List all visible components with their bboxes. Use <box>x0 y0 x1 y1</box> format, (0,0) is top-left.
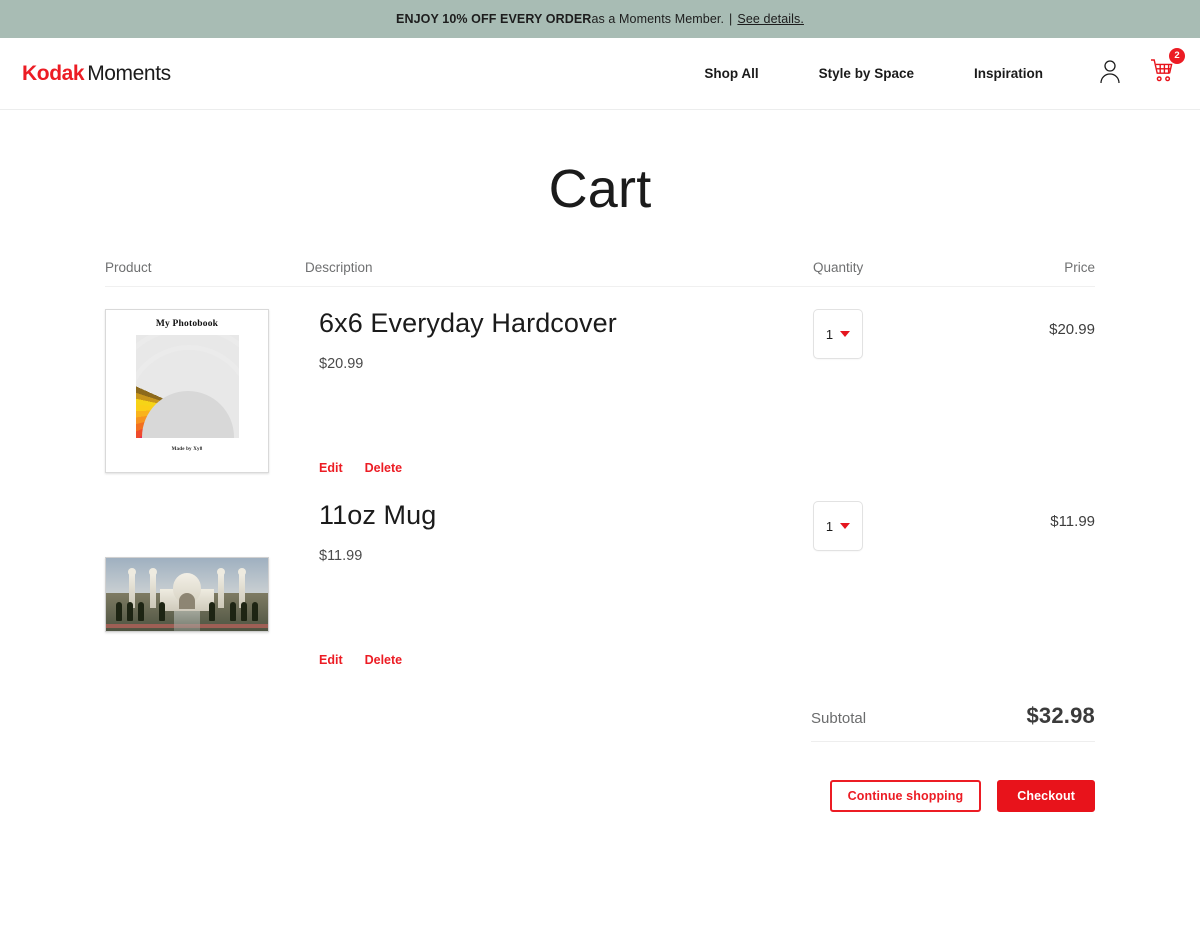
cart-actions: Continue shopping Checkout <box>811 780 1095 812</box>
order-summary: Subtotal $32.98 Continue shopping Checko… <box>811 703 1095 812</box>
logo-moments-text: Moments <box>87 62 171 85</box>
promo-headline: ENJOY 10% OFF EVERY ORDER <box>396 12 591 26</box>
product-description-cell: 6x6 Everyday Hardcover $20.99 Edit Delet… <box>305 309 813 483</box>
user-icon <box>1098 58 1122 89</box>
promo-separator: | <box>729 12 732 26</box>
main-navigation: Shop All Style by Space Inspiration <box>704 58 1176 89</box>
quantity-value: 1 <box>826 327 833 342</box>
edit-item-link[interactable]: Edit <box>319 461 343 475</box>
nav-item-style-by-space[interactable]: Style by Space <box>819 66 914 81</box>
column-header-product: Product <box>105 260 305 275</box>
photobook-cover-title: My Photobook <box>156 319 218 329</box>
product-description-cell: 11oz Mug $11.99 Edit Delete <box>305 501 813 679</box>
column-header-description: Description <box>305 260 813 275</box>
photobook-cover-image <box>136 335 239 438</box>
account-button[interactable] <box>1098 58 1122 89</box>
checkout-button[interactable]: Checkout <box>997 780 1095 812</box>
product-name[interactable]: 11oz Mug <box>319 501 813 531</box>
quantity-select[interactable]: 1 <box>813 309 863 359</box>
column-header-quantity: Quantity <box>813 260 993 275</box>
photobook-cover-caption: Made by Xy8 <box>172 447 203 452</box>
row-actions: Edit Delete <box>319 653 402 667</box>
delete-item-link[interactable]: Delete <box>365 461 403 475</box>
nav-item-shop-all[interactable]: Shop All <box>704 66 758 81</box>
cart-table: Product Description Quantity Price My Ph… <box>105 216 1095 812</box>
edit-item-link[interactable]: Edit <box>319 653 343 667</box>
subtotal-label: Subtotal <box>811 710 866 727</box>
site-header: KodakMoments Shop All Style by Space Ins… <box>0 38 1200 110</box>
nav-item-inspiration[interactable]: Inspiration <box>974 66 1043 81</box>
product-unit-price: $20.99 <box>319 356 813 372</box>
product-quantity-cell: 1 <box>813 501 993 679</box>
promo-banner: ENJOY 10% OFF EVERY ORDER as a Moments M… <box>0 0 1200 38</box>
cart-count-badge: 2 <box>1169 48 1185 64</box>
logo-kodak-text: Kodak <box>22 62 84 85</box>
product-line-price: $11.99 <box>993 501 1095 679</box>
product-name[interactable]: 6x6 Everyday Hardcover <box>319 309 813 339</box>
quantity-value: 1 <box>826 519 833 534</box>
table-row: My Photobook Made by Xy8 6x6 Everyday Ha… <box>105 287 1095 483</box>
column-header-price: Price <box>993 260 1095 275</box>
brand-logo[interactable]: KodakMoments <box>22 63 171 84</box>
subtotal-row: Subtotal $32.98 <box>811 703 1095 742</box>
product-quantity-cell: 1 <box>813 309 993 483</box>
cart-table-header: Product Description Quantity Price <box>105 260 1095 287</box>
see-details-link[interactable]: See details. <box>737 12 804 26</box>
table-row: 11oz Mug $11.99 Edit Delete 1 $11.99 <box>105 483 1095 679</box>
product-thumbnail-cell: My Photobook Made by Xy8 <box>105 309 305 483</box>
cart-page: ENJOY 10% OFF EVERY ORDER as a Moments M… <box>0 0 1200 943</box>
promo-subtext: as a Moments Member. <box>591 12 724 26</box>
delete-item-link[interactable]: Delete <box>365 653 403 667</box>
product-line-price: $20.99 <box>993 309 1095 483</box>
photobook-cover-thumbnail[interactable]: My Photobook Made by Xy8 <box>105 309 269 473</box>
chevron-down-icon <box>840 331 850 337</box>
continue-shopping-button[interactable]: Continue shopping <box>830 780 982 812</box>
product-thumbnail-cell <box>105 501 305 679</box>
page-title: Cart <box>0 162 1200 216</box>
chevron-down-icon <box>840 523 850 529</box>
cart-button[interactable]: 2 <box>1150 58 1176 89</box>
subtotal-value: $32.98 <box>1027 703 1096 729</box>
quantity-select[interactable]: 1 <box>813 501 863 551</box>
row-actions: Edit Delete <box>319 461 402 475</box>
product-unit-price: $11.99 <box>319 548 813 564</box>
mug-photo-thumbnail[interactable] <box>105 557 269 632</box>
